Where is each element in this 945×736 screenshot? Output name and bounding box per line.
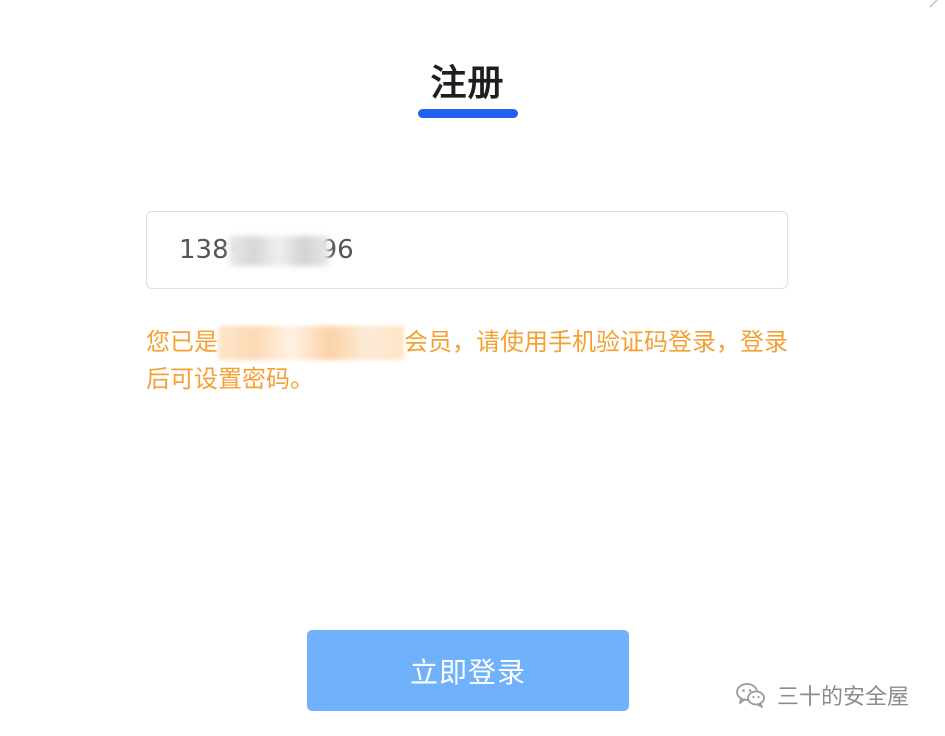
account-watermark: 三十的安全屋: [735, 679, 909, 711]
notice-prefix: 您已是: [146, 328, 218, 356]
login-now-button[interactable]: 立即登录: [307, 630, 629, 711]
redacted-site-name-mask: [218, 326, 404, 360]
dialog-title: 注册: [430, 63, 505, 104]
registered-member-notice: 您已是 会员，请使用手机验证码登录，登录后可设置密码。: [146, 324, 806, 398]
watermark-text: 三十的安全屋: [777, 685, 910, 710]
title-underline: [418, 109, 518, 118]
phone-field[interactable]: [146, 211, 788, 289]
wechat-icon: [736, 683, 765, 708]
close-icon[interactable]: [927, 0, 943, 10]
redacted-phone-mask: [229, 236, 329, 266]
register-dialog: 注册 您已是会员，请使用手机验证码登录，登录后可设置密码。 立即登录 三十的安全…: [0, 0, 945, 736]
